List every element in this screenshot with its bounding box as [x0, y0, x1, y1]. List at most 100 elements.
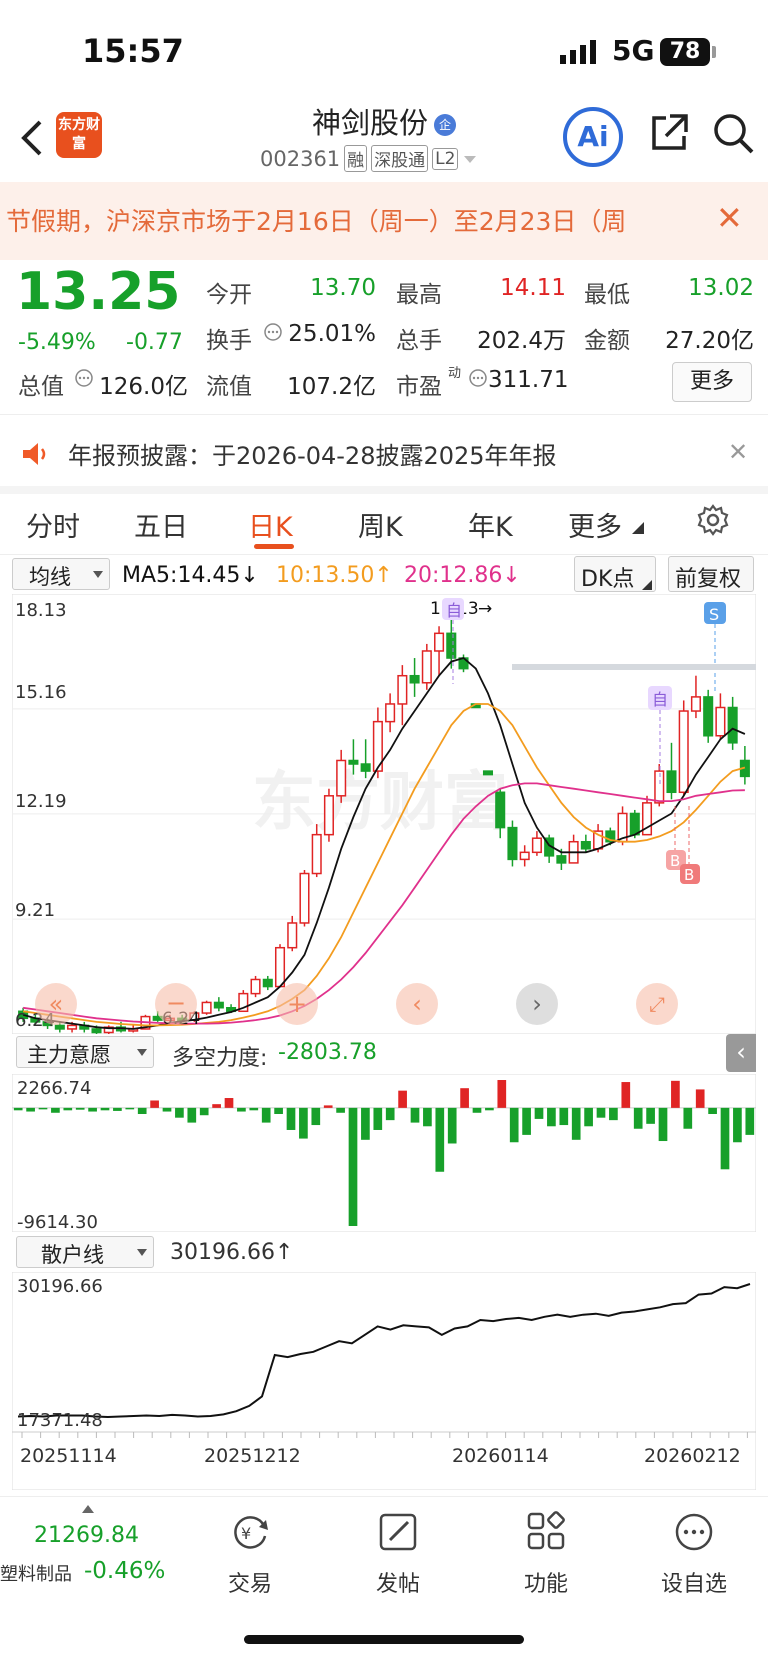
caret-down-icon	[93, 571, 103, 578]
speaker-icon	[23, 443, 46, 465]
ma-selector[interactable]: 均线	[12, 558, 110, 590]
force-bar	[658, 1107, 668, 1142]
adjust-mode-button[interactable]: 前复权	[668, 556, 754, 592]
grid-icon	[527, 1511, 565, 1550]
force-bar	[113, 1107, 122, 1111]
retail-line-chart: 30196.66 17371.48 20251114 20251212 2026…	[12, 1272, 756, 1490]
sector-name[interactable]: 塑料制品	[0, 1560, 72, 1586]
candle-body	[213, 1001, 224, 1009]
banner-text: 节假期，沪深京市场于2月16日（周一）至2月23日（周	[6, 207, 627, 236]
candle-body	[678, 710, 689, 794]
force-bar	[336, 1107, 345, 1113]
turnover-label: 换手	[206, 328, 252, 354]
scroll-left-button[interactable]: ‹	[396, 983, 438, 1025]
market-cap-label: 总值	[18, 374, 64, 400]
ind2-max-label: 30196.66	[17, 1276, 103, 1297]
force-bar	[671, 1080, 680, 1108]
sector-index-value[interactable]: 21269.84	[34, 1523, 139, 1548]
tab-weekly-k[interactable]: 周K	[358, 505, 403, 544]
add-watchlist-button[interactable]: 设自选	[639, 1510, 749, 1598]
force-bar	[199, 1107, 209, 1116]
signal-buy-1-text: B	[670, 852, 680, 870]
ma5-value: MA5:14.45↓	[122, 563, 259, 588]
candle-body	[519, 851, 530, 861]
force-bar	[224, 1098, 234, 1108]
zoom-in-button[interactable]: +	[276, 983, 318, 1025]
sector-change[interactable]: -0.46%	[84, 1558, 165, 1584]
force-bar	[373, 1107, 383, 1130]
pe-dynamic-sup: 动	[448, 366, 462, 381]
candle-body	[434, 632, 445, 652]
tab-more[interactable]: 更多	[568, 505, 622, 544]
enterprise-badge-icon: 企	[434, 114, 456, 136]
share-icon[interactable]	[648, 112, 690, 154]
tag-connect: 深股通	[371, 145, 429, 172]
float-cap-label: 流值	[206, 374, 252, 400]
volume-label: 总手	[396, 328, 442, 354]
candle-body	[336, 759, 347, 797]
candle-body	[482, 770, 494, 776]
zoom-out-button[interactable]: −	[155, 983, 197, 1025]
market-cap-value: 126.0亿	[99, 374, 188, 400]
amount-label: 金额	[584, 328, 630, 354]
functions-button[interactable]: 功能	[491, 1510, 601, 1598]
ma5-arrow: ↓	[240, 563, 259, 588]
active-tab-indicator	[254, 544, 294, 549]
retail-line	[17, 1283, 751, 1419]
ma5-text: MA5:14.45	[122, 563, 241, 588]
tab-daily-k[interactable]: 日K	[248, 505, 293, 544]
more-quote-button[interactable]: 更多	[672, 362, 752, 402]
candle-body	[495, 791, 506, 829]
status-time: 15:57	[82, 32, 184, 70]
tab-yearly-k[interactable]: 年K	[468, 505, 513, 544]
search-icon[interactable]	[712, 112, 756, 156]
scroll-left-fast-button[interactable]: «	[35, 983, 77, 1025]
banner-close-icon[interactable]: ✕	[716, 199, 743, 237]
force-bar	[460, 1088, 469, 1108]
announcement-text[interactable]: 年报预披露：于2026-04-28披露2025年年报	[68, 436, 557, 471]
collapse-panel-button[interactable]: ‹	[726, 1034, 756, 1072]
tab-intraday[interactable]: 分时	[26, 505, 80, 544]
main-force-chart: 2266.74 -9614.30	[12, 1074, 756, 1232]
indicator2-selector[interactable]: 散户线	[16, 1236, 154, 1268]
info-icon[interactable]	[74, 368, 94, 388]
change-percent: -5.49%	[18, 330, 96, 355]
volume-value: 202.4万	[477, 328, 566, 354]
candle-body	[348, 759, 359, 765]
force-bar	[125, 1107, 135, 1110]
caret-down-icon[interactable]	[462, 151, 478, 167]
candle-body	[409, 674, 420, 684]
candle-body	[201, 1001, 212, 1014]
info-icon[interactable]	[468, 368, 488, 388]
fullscreen-button[interactable]: ⤢	[636, 983, 678, 1025]
ai-assistant-button[interactable]: Ai	[563, 107, 623, 167]
force-bar	[311, 1107, 321, 1126]
candle-body	[91, 1028, 102, 1034]
force-bar	[720, 1107, 730, 1170]
force-bar	[175, 1107, 184, 1118]
stock-name: 神剑股份	[311, 106, 428, 140]
signal-self-2-text: 自	[652, 690, 668, 709]
force-bar	[286, 1107, 296, 1130]
force-bar	[733, 1107, 742, 1143]
settings-icon[interactable]	[696, 503, 730, 537]
indicator1-selector[interactable]: 主力意愿	[16, 1036, 154, 1068]
force-bar	[410, 1107, 420, 1123]
announcement-close-icon[interactable]: ✕	[728, 438, 748, 466]
post-button[interactable]: 发帖	[343, 1510, 453, 1598]
force-bar	[51, 1107, 60, 1113]
force-bar	[75, 1107, 85, 1110]
force-bar	[88, 1107, 97, 1112]
force-bar	[522, 1107, 531, 1135]
y-label-3: 12.19	[15, 791, 67, 812]
kline-chart[interactable]: 东方财富 18.13 15.16 12.19 9.21 6.24 18.13 →…	[12, 594, 756, 1034]
tab-five-day[interactable]: 五日	[134, 505, 188, 544]
force-bar	[547, 1107, 556, 1127]
candle-body	[250, 978, 261, 995]
caret-up-icon	[82, 1505, 94, 1513]
trade-button[interactable]: ¥ 交易	[195, 1510, 305, 1598]
candle-body	[666, 770, 677, 794]
info-icon[interactable]	[263, 322, 283, 342]
scroll-right-button[interactable]: ›	[516, 983, 558, 1025]
force-bar	[187, 1107, 197, 1123]
